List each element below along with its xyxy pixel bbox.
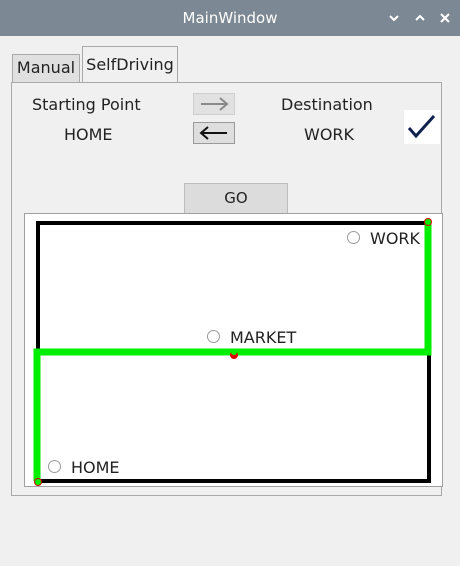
forward-button[interactable] <box>193 93 235 115</box>
market-radio[interactable] <box>207 330 220 343</box>
chevron-up-icon <box>415 14 425 21</box>
destination-value: WORK <box>304 125 355 144</box>
confirm-button[interactable] <box>404 110 440 144</box>
destination-label: Destination <box>281 95 373 114</box>
tab-manual[interactable]: Manual <box>12 54 80 82</box>
maximize-button[interactable] <box>410 8 430 28</box>
market-label: MARKET <box>230 328 297 347</box>
map-canvas <box>33 218 432 486</box>
home-radio[interactable] <box>48 460 61 473</box>
arrow-right-icon <box>201 97 229 111</box>
work-label: WORK <box>370 229 421 248</box>
route-map: WORK MARKET HOME <box>24 213 443 487</box>
title-bar[interactable]: MainWindow <box>0 0 460 36</box>
starting-point-label: Starting Point <box>32 95 141 114</box>
main-window: MainWindow Manual SelfDriving Starting P… <box>0 0 460 566</box>
close-icon <box>440 13 450 23</box>
checkmark-icon <box>407 114 436 139</box>
backward-button[interactable] <box>193 122 235 144</box>
home-node-marker <box>35 479 41 485</box>
tab-self-driving[interactable]: SelfDriving <box>82 46 178 83</box>
starting-point-value: HOME <box>64 125 113 144</box>
market-node-marker <box>231 349 237 355</box>
close-button[interactable] <box>435 8 455 28</box>
arrow-left-icon <box>199 126 227 140</box>
self-driving-panel: Starting Point Destination HOME WORK GO <box>11 82 443 496</box>
minimize-button[interactable] <box>384 8 404 28</box>
work-radio[interactable] <box>347 231 360 244</box>
chevron-down-icon <box>389 15 399 22</box>
work-node-marker <box>425 219 431 225</box>
home-label: HOME <box>71 458 120 477</box>
go-button[interactable]: GO <box>184 183 288 214</box>
